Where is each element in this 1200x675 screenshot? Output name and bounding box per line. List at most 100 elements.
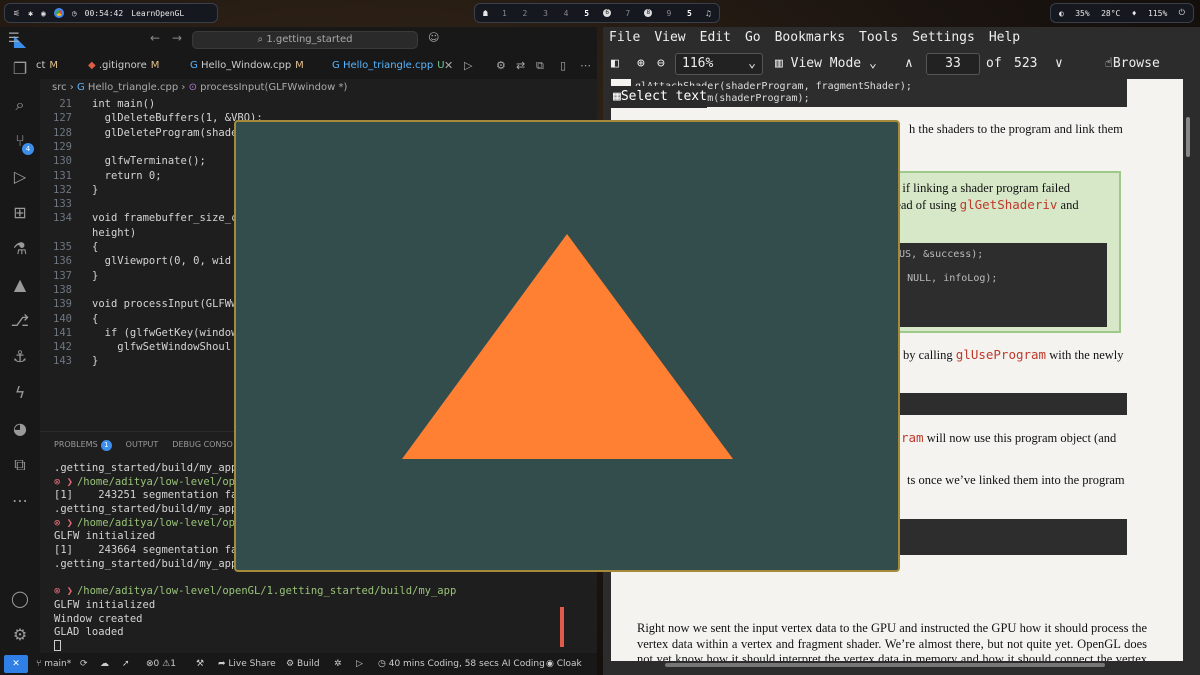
power-icon[interactable]: ⏻: [1179, 8, 1185, 18]
workspace-9[interactable]: 9: [665, 9, 673, 18]
more-actions-icon[interactable]: ⋯: [580, 59, 591, 72]
zoom-out-icon[interactable]: ⊖: [657, 49, 665, 79]
debug-icon[interactable]: ✲: [334, 653, 342, 675]
run-debug-icon[interactable]: ▷: [10, 167, 30, 187]
ports-icon[interactable]: ⚒: [196, 653, 204, 675]
remote-indicator[interactable]: ✕: [4, 655, 28, 673]
workspace-2[interactable]: 2: [521, 9, 529, 18]
layout-icon[interactable]: ▯: [560, 59, 566, 72]
run-icon[interactable]: ▷: [464, 59, 472, 72]
copilot-chat-icon[interactable]: ☺: [428, 31, 439, 44]
breadcrumb-folder[interactable]: src: [52, 82, 67, 93]
thunder-client-icon[interactable]: ϟ: [10, 383, 30, 403]
menu-item-bookmarks[interactable]: Bookmarks: [775, 27, 845, 49]
live-share-button[interactable]: ➦ Live Share: [218, 653, 276, 675]
sidebar-toggle-icon[interactable]: ◧: [611, 49, 619, 79]
compare-icon[interactable]: ⇄: [516, 59, 525, 72]
next-page-icon[interactable]: ∨: [1055, 49, 1063, 79]
wakatime-indicator[interactable]: ◷ 40 mins Coding, 58 secs AI Coding: [378, 653, 545, 675]
remote-explorer-icon[interactable]: ⧉: [10, 455, 30, 475]
forward-icon[interactable]: →: [172, 31, 182, 45]
tab-debug-console[interactable]: DEBUG CONSO: [172, 440, 233, 451]
settings-icon[interactable]: ⚙: [496, 59, 506, 72]
copilot-icon[interactable]: ◕: [10, 419, 30, 439]
explorer-icon[interactable]: ❐: [10, 59, 30, 79]
tab-hello-triangle[interactable]: G Hello_triangle.cpp U: [332, 53, 445, 79]
discord-icon[interactable]: ◉: [41, 9, 46, 18]
testing-icon[interactable]: ⚗: [10, 239, 30, 259]
tab-gitignore[interactable]: ◆ .gitignore M: [88, 53, 159, 79]
function-ref: ram: [901, 430, 924, 445]
menu-item-tools[interactable]: Tools: [859, 27, 898, 49]
breadcrumb-file[interactable]: Hello_triangle.cpp: [88, 82, 178, 93]
menu-item-help[interactable]: Help: [989, 27, 1020, 49]
chrome-icon[interactable]: [53, 8, 64, 18]
build-button[interactable]: ⚙ Build: [286, 653, 320, 675]
cloak-button[interactable]: ◉ Cloak: [546, 653, 582, 675]
menu-item-settings[interactable]: Settings: [912, 27, 975, 49]
previous-page-icon[interactable]: ∧: [905, 49, 913, 79]
select-text-button[interactable]: ▦Select text: [609, 86, 707, 108]
glfw-render-window[interactable]: [234, 120, 900, 572]
azure-icon[interactable]: ▲: [10, 275, 30, 295]
horizontal-scrollbar[interactable]: [665, 663, 1105, 667]
current-workspace: 5: [687, 8, 692, 18]
more-icon[interactable]: ⋯: [10, 491, 30, 511]
tab-ct[interactable]: ct M: [36, 53, 58, 79]
bell-icon[interactable]: ♫: [706, 9, 711, 18]
branch-indicator[interactable]: ⑂ main*: [36, 653, 71, 675]
workspace-6[interactable]: 6: [603, 9, 612, 17]
chevron-down-icon: ⌄: [748, 56, 756, 71]
code-text: void processInput(GLFWw: [92, 298, 238, 311]
menu-item-view[interactable]: View: [654, 27, 685, 49]
browse-button[interactable]: ☝Browse: [1105, 49, 1160, 79]
settings-gear-icon[interactable]: ⚙: [10, 625, 30, 645]
tab-hello-window[interactable]: G Hello_Window.cpp M: [190, 53, 304, 79]
code-text: glDeleteProgram(shade: [92, 126, 238, 139]
run-status-icon[interactable]: ▷: [356, 653, 363, 675]
close-tab-icon[interactable]: ✕: [444, 59, 453, 72]
rocket-icon[interactable]: ➚: [122, 653, 130, 675]
terminal-line: ⊗ ❯/home/aditya/low-level/openGL/1.getti…: [54, 585, 456, 599]
tab-problems[interactable]: PROBLEMS 1: [54, 440, 112, 451]
workspace-switcher: ☗ 1 2 3 4 5 6 7 8 9 5 ♫: [474, 3, 720, 23]
status-bar: ✕ ⑂ main* ⟳ ☁ ➚ ⊗0 ⚠1 ⚒ ➦ Live Share ⚙ B…: [0, 653, 597, 675]
workspace-4[interactable]: 4: [562, 9, 570, 18]
eye-icon: ◉: [546, 659, 557, 669]
workspace-5[interactable]: 5: [583, 9, 591, 18]
zoom-select[interactable]: 116% ⌄: [675, 53, 763, 75]
wifi-off-icon[interactable]: ⚟: [13, 9, 20, 18]
live-share-label: Live Share: [228, 659, 276, 669]
workspace-3[interactable]: 3: [542, 9, 550, 18]
menu-item-go[interactable]: Go: [745, 27, 761, 49]
docker-icon[interactable]: ⚓: [10, 347, 30, 367]
vertical-scrollbar[interactable]: [1186, 117, 1190, 157]
bluetooth-icon[interactable]: ✱: [28, 9, 33, 18]
extensions-icon[interactable]: ⊞: [10, 203, 30, 223]
temperature: 28°C: [1101, 8, 1121, 18]
menu-item-edit[interactable]: Edit: [700, 27, 731, 49]
workspace-7[interactable]: 7: [624, 9, 632, 18]
sync-icon[interactable]: ⟳: [80, 653, 88, 675]
toggle-icon[interactable]: ◐: [1059, 9, 1064, 18]
split-editor-icon[interactable]: ⧉: [536, 59, 544, 73]
workspace-8[interactable]: 8: [644, 9, 653, 17]
zoom-in-icon[interactable]: ⊕: [637, 49, 645, 79]
tab-output[interactable]: OUTPUT: [126, 440, 159, 451]
search-icon[interactable]: ⌕: [10, 95, 30, 115]
problems-badge: 1: [100, 440, 112, 451]
code-line: 141 if (glfwGetKey(window: [40, 326, 237, 340]
problems-indicator[interactable]: ⊗0 ⚠1: [146, 653, 176, 675]
terminal-text: GLFW initialized: [54, 598, 156, 611]
command-center[interactable]: ⌕ 1.getting_started: [192, 31, 418, 49]
menu-item-file[interactable]: File: [609, 27, 640, 49]
breadcrumb-symbol[interactable]: processInput(GLFWwindow *): [200, 82, 347, 93]
git-graph-icon[interactable]: ⎇: [10, 311, 30, 331]
page-number-input[interactable]: 33: [926, 53, 980, 75]
account-icon[interactable]: ◯: [10, 589, 30, 609]
view-mode-button[interactable]: ▥ View Mode ⌄: [775, 49, 877, 79]
back-icon[interactable]: ←: [150, 31, 160, 45]
menu-icon[interactable]: ☰: [8, 31, 20, 46]
workspace-1[interactable]: 1: [500, 9, 508, 18]
publish-icon[interactable]: ☁: [100, 653, 109, 675]
